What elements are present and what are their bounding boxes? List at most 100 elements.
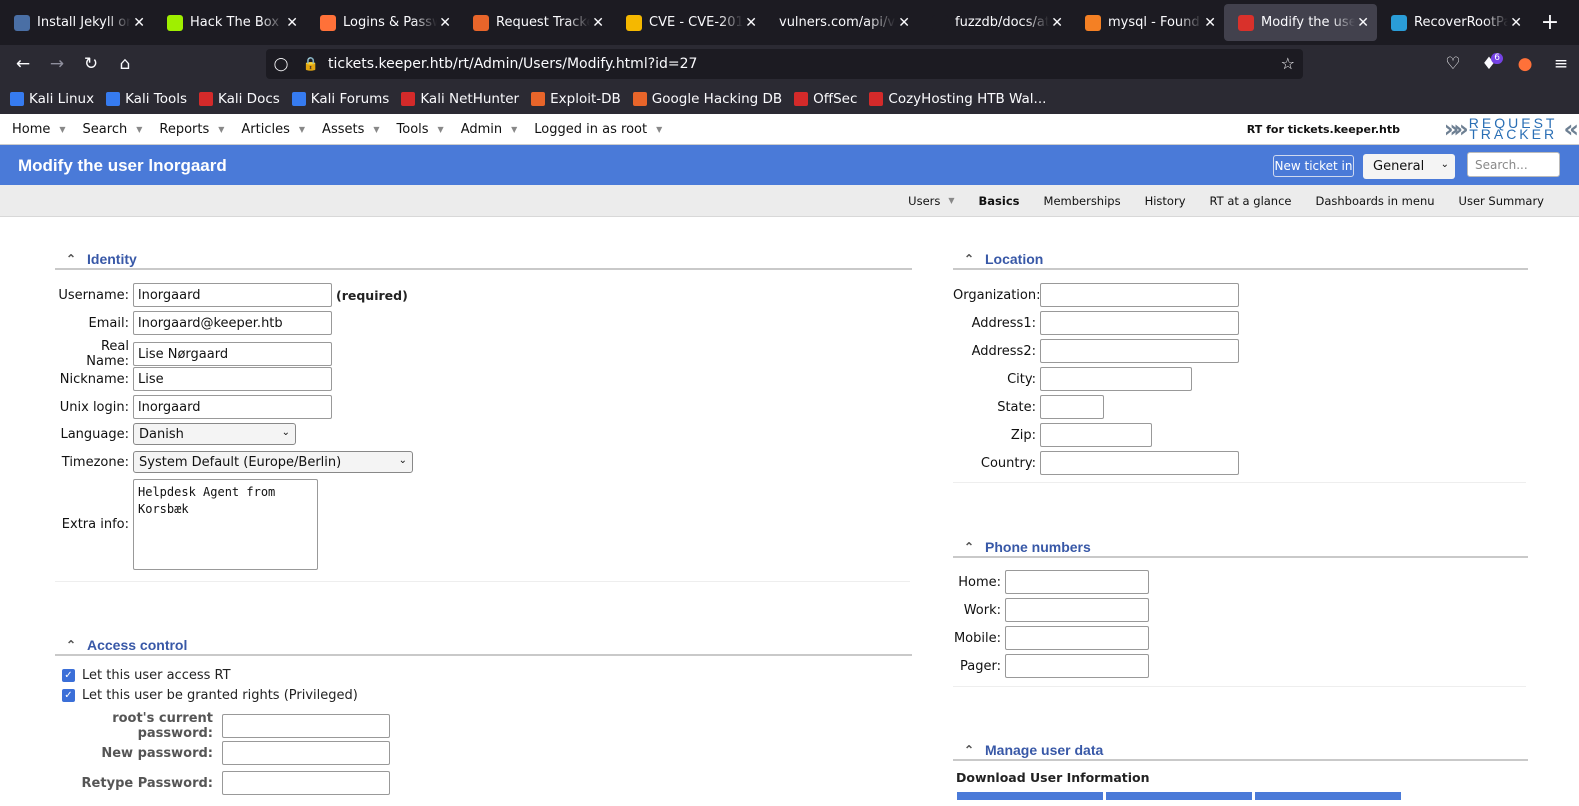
download-button-2[interactable] (1106, 792, 1252, 800)
close-tab-icon[interactable]: ✕ (1051, 15, 1063, 31)
lock-icon[interactable]: 🔒 (296, 57, 326, 72)
tab-basics[interactable]: Basics (979, 194, 1020, 208)
home-phone-input[interactable] (1005, 570, 1149, 594)
close-tab-icon[interactable]: ✕ (745, 15, 757, 31)
back-icon[interactable]: ← (6, 49, 40, 79)
bookmark-item[interactable]: Kali Linux (10, 91, 94, 107)
tab-user-summary[interactable]: User Summary (1459, 194, 1544, 208)
tab-memberships[interactable]: Memberships (1044, 194, 1121, 208)
tab-dashboards-in-menu[interactable]: Dashboards in menu (1316, 194, 1435, 208)
new-ticket-button[interactable]: New ticket in (1273, 155, 1354, 177)
close-tab-icon[interactable]: ✕ (286, 15, 298, 31)
bookmark-icon (794, 91, 809, 106)
url-bar[interactable]: ◯ 🔒 tickets.keeper.htb/rt/Admin/Users/Mo… (266, 49, 1303, 79)
extra-info-textarea[interactable]: Helpdesk Agent from Korsbæk (133, 479, 318, 570)
country-input[interactable] (1040, 451, 1239, 475)
reload-icon[interactable]: ↻ (74, 49, 108, 79)
enabled-checkbox[interactable]: ✓ (62, 669, 75, 682)
mobile-phone-input[interactable] (1005, 626, 1149, 650)
extension-icon[interactable]: ♦ 6 (1471, 49, 1507, 79)
collapse-icon[interactable]: ⌃ (55, 252, 87, 266)
work-phone-input[interactable] (1005, 598, 1149, 622)
new-password-input[interactable] (222, 741, 390, 765)
city-label: City: (1007, 371, 1036, 387)
email-input[interactable]: lnorgaard@keeper.htb (133, 311, 332, 335)
state-input[interactable] (1040, 395, 1104, 419)
browser-tab[interactable]: Modify the user ln✕ (1224, 4, 1377, 41)
browser-tab[interactable]: CVE - CVE-2017-✕ (612, 0, 765, 45)
collapse-icon[interactable]: ⌃ (953, 540, 985, 554)
bookmark-star-icon[interactable]: ☆ (1281, 54, 1295, 73)
browser-tab[interactable]: Hack The Box :: Ha✕ (153, 0, 306, 45)
bookmark-label: OffSec (813, 90, 858, 107)
browser-tab[interactable]: Install Jekyll on Wi✕ (0, 0, 153, 45)
close-tab-icon[interactable]: ✕ (592, 15, 604, 31)
city-input[interactable] (1040, 367, 1192, 391)
bookmark-item[interactable]: Google Hacking DB (632, 91, 782, 107)
close-tab-icon[interactable]: ✕ (1510, 15, 1522, 31)
bookmark-item[interactable]: Kali Forums (291, 91, 389, 107)
organization-input[interactable] (1040, 283, 1239, 307)
browser-tab[interactable]: vulners.com/api/v3 ✕ (765, 0, 918, 45)
browser-tab[interactable]: RecoverRootPas ✕ (1377, 0, 1530, 45)
browser-tab[interactable]: fuzzdb/docs/attac✕ (918, 0, 1071, 45)
current-password-input[interactable] (222, 714, 390, 738)
address2-label: Address2: (971, 343, 1036, 359)
address2-input[interactable] (1040, 339, 1239, 363)
bookmark-item[interactable]: Kali NetHunter (401, 91, 519, 107)
privileged-checkbox[interactable]: ✓ (62, 689, 75, 702)
url-text[interactable]: tickets.keeper.htb/rt/Admin/Users/Modify… (328, 56, 697, 72)
app-menu-icon[interactable]: ≡ (1543, 49, 1579, 79)
tab-label: Basics (978, 193, 1020, 208)
download-button-3[interactable] (1255, 792, 1401, 800)
zip-input[interactable] (1040, 423, 1152, 447)
firefox-account-icon[interactable]: ● (1507, 49, 1543, 79)
menu-item-admin[interactable]: Admin ▼ (449, 122, 523, 137)
collapse-icon[interactable]: ⌃ (953, 252, 985, 266)
timezone-select[interactable]: System Default (Europe/Berlin) ⌄ (133, 451, 413, 473)
tab-history[interactable]: History (1145, 194, 1186, 208)
menu-item-search[interactable]: Search ▼ (71, 122, 148, 137)
browser-tab[interactable]: mysql - Found " ✕ (1071, 0, 1224, 45)
bookmark-item[interactable]: Kali Docs (199, 91, 280, 107)
retype-password-input[interactable] (222, 771, 390, 795)
menu-item-home[interactable]: Home ▼ (0, 122, 71, 137)
collapse-icon[interactable]: ⌃ (953, 743, 985, 757)
home-icon[interactable]: ⌂ (108, 49, 142, 79)
close-tab-icon[interactable]: ✕ (898, 15, 910, 31)
bookmark-item[interactable]: Exploit-DB (531, 91, 621, 107)
menu-item-assets[interactable]: Assets ▼ (310, 122, 384, 137)
pocket-icon[interactable]: ♡ (1435, 49, 1471, 79)
pager-input[interactable] (1005, 654, 1149, 678)
search-input[interactable]: Search... (1467, 152, 1560, 177)
shield-icon[interactable]: ◯ (266, 57, 296, 72)
new-tab-icon[interactable]: + (1530, 0, 1570, 45)
nickname-input[interactable]: Lise (133, 367, 332, 391)
close-tab-icon[interactable]: ✕ (1357, 15, 1369, 31)
username-input[interactable]: lnorgaard (133, 283, 332, 307)
realname-input[interactable]: Lise Nørgaard (133, 342, 332, 366)
menu-item-reports[interactable]: Reports ▼ (147, 122, 229, 137)
tab-users[interactable]: Users ▼ (908, 194, 954, 208)
menu-item-tools[interactable]: Tools ▼ (385, 122, 449, 137)
bookmark-item[interactable]: OffSec (794, 91, 857, 107)
close-tab-icon[interactable]: ✕ (439, 15, 451, 31)
browser-tab[interactable]: Request Tracker ✕ (459, 0, 612, 45)
download-button-1[interactable] (957, 792, 1103, 800)
language-select[interactable]: Danish ⌄ (133, 423, 296, 445)
unix-login-input[interactable]: lnorgaard (133, 395, 332, 419)
menu-item-logged-in-as-root[interactable]: Logged in as root ▼ (522, 122, 667, 137)
bookmark-item[interactable]: CozyHosting HTB Wal... (869, 91, 1046, 107)
browser-tab[interactable]: Logins & Passwords✕ (306, 0, 459, 45)
address1-input[interactable] (1040, 311, 1239, 335)
tab-rt-at-a-glance[interactable]: RT at a glance (1210, 194, 1292, 208)
close-tab-icon[interactable]: ✕ (1204, 15, 1216, 31)
close-tab-icon[interactable]: ✕ (133, 15, 145, 31)
forward-icon[interactable]: → (40, 49, 74, 79)
bookmark-item[interactable]: Kali Tools (106, 91, 187, 107)
menu-item-articles[interactable]: Articles ▼ (229, 122, 310, 137)
collapse-icon[interactable]: ⌃ (55, 638, 87, 652)
queue-select[interactable]: General ⌄ (1363, 154, 1455, 179)
rt-logo[interactable]: »» REQUEST TRACKER « (1444, 115, 1579, 143)
tab-title: Hack The Box :: Ha (190, 15, 284, 30)
